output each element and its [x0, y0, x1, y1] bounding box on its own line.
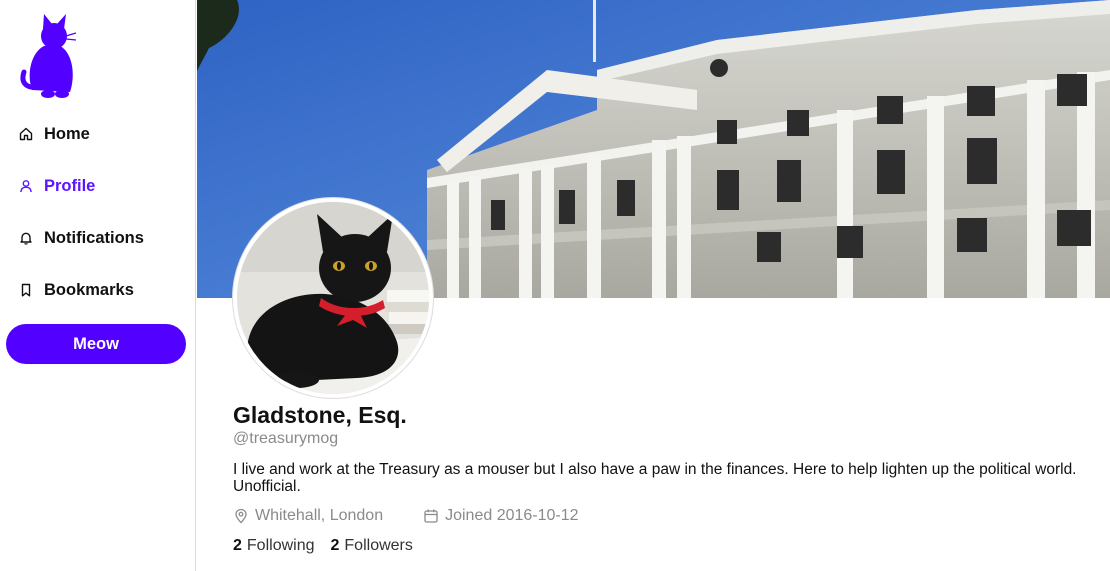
sidebar-item-home[interactable]: Home	[0, 108, 196, 160]
profile-handle: @treasurymog	[233, 430, 339, 447]
sidebar-item-label: Home	[44, 124, 90, 143]
sidebar-item-label: Bookmarks	[44, 280, 134, 299]
sidebar-item-profile[interactable]: Profile	[0, 160, 196, 212]
map-pin-icon	[235, 508, 247, 524]
followers-label: Followers	[344, 537, 413, 554]
sidebar-item-label: Notifications	[44, 228, 144, 247]
bookmark-icon	[18, 282, 34, 298]
sidebar-item-label: Profile	[44, 176, 96, 195]
profile-avatar[interactable]	[233, 198, 433, 398]
followers-link[interactable]: 2 Followers	[331, 537, 413, 555]
location-text: Whitehall, London	[255, 507, 384, 524]
sidebar-item-bookmarks[interactable]: Bookmarks	[0, 264, 196, 316]
profile-location: Whitehall, London	[233, 507, 383, 525]
user-icon	[18, 178, 34, 194]
home-icon	[18, 126, 34, 142]
meow-button[interactable]: Meow	[6, 324, 186, 364]
sidebar-nav: Home Profile Notifications Bookmarks	[0, 108, 196, 316]
sidebar: Home Profile Notifications Bookmarks Meo…	[0, 0, 196, 571]
calendar-icon	[424, 509, 438, 523]
profile-meta: Whitehall, London Joined 2016-10-12	[233, 507, 619, 525]
following-link[interactable]: 2 Following	[233, 537, 315, 555]
profile-bio: I live and work at the Treasury as a mou…	[233, 461, 1077, 495]
profile-name: Gladstone, Esq.	[233, 402, 407, 428]
sidebar-item-notifications[interactable]: Notifications	[0, 212, 196, 264]
following-label: Following	[246, 537, 315, 554]
profile-joined: Joined 2016-10-12	[423, 507, 579, 525]
profile-stats: 2 Following 2 Followers	[233, 537, 429, 555]
followers-count: 2	[330, 537, 340, 554]
cat-logo-icon[interactable]	[18, 12, 80, 100]
bell-icon	[18, 230, 34, 246]
joined-text: Joined 2016-10-12	[445, 507, 579, 524]
following-count: 2	[233, 537, 242, 554]
